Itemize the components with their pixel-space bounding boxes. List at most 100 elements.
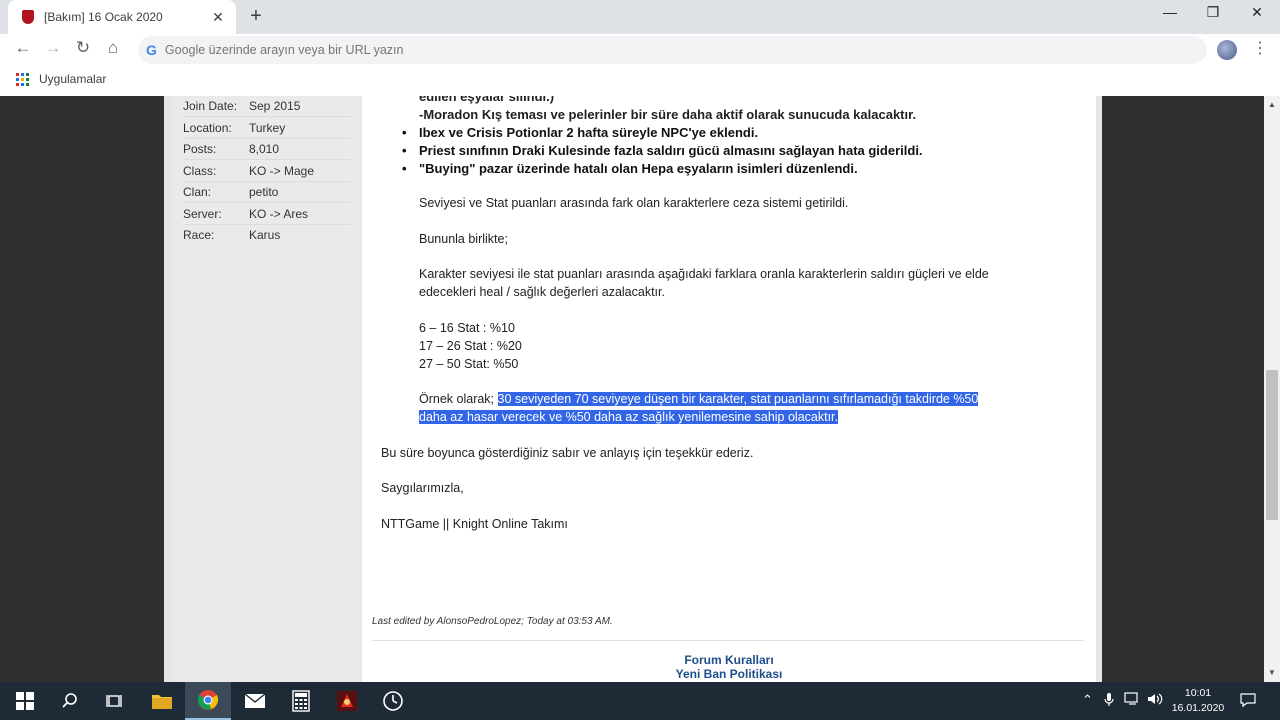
selected-text[interactable]: 30 seviyeden 70 seviyeye düşen bir karak… xyxy=(497,392,979,406)
forward-arrow-icon[interactable]: → xyxy=(42,38,64,58)
close-window-button[interactable]: ✕ xyxy=(1237,4,1277,21)
tab-close-icon[interactable]: ✕ xyxy=(210,9,226,26)
tray-chevron-icon[interactable]: ⌃ xyxy=(1082,692,1093,708)
tab-title: [Bakım] 16 Ocak 2020 xyxy=(44,10,163,24)
scroll-thumb[interactable] xyxy=(1266,370,1278,520)
network-icon[interactable] xyxy=(1124,692,1140,709)
address-bar[interactable]: G xyxy=(138,36,1207,64)
regards-text: Saygılarımızla, xyxy=(381,481,464,495)
user-info-pane: Join Date: Sep 2015 Location: Turkey Posts… xyxy=(173,96,361,682)
user-info-row: Join Date: Sep 2015 xyxy=(183,99,300,113)
example-line: daha az hasar verecek ve %50 daha az sağ… xyxy=(419,410,838,424)
scroll-up-icon[interactable]: ▲ xyxy=(1264,100,1280,109)
clock-app-icon xyxy=(383,691,403,711)
scroll-down-icon[interactable]: ▼ xyxy=(1264,668,1280,677)
reload-icon[interactable]: ↻ xyxy=(72,38,94,58)
divider xyxy=(183,159,351,160)
start-button[interactable] xyxy=(2,682,48,720)
bookmark-apps[interactable]: Uygulamalar xyxy=(39,72,106,86)
bullet-item: "Buying" pazar üzerinde hatalı olan Hepa… xyxy=(402,161,858,176)
site-favicon-icon xyxy=(22,10,34,24)
minimize-button[interactable]: — xyxy=(1150,4,1190,20)
microphone-icon[interactable] xyxy=(1103,692,1115,711)
info-value: Karus xyxy=(249,228,281,242)
bullet-item: Priest sınıfının Draki Kulesinde fazla s… xyxy=(402,143,923,158)
stat-line: 27 – 50 Stat: %50 xyxy=(419,357,519,371)
info-value: Sep 2015 xyxy=(249,99,301,113)
calculator-icon xyxy=(292,690,310,712)
app-button[interactable] xyxy=(370,682,416,720)
info-key: Race: xyxy=(183,228,215,242)
file-explorer-button[interactable] xyxy=(139,682,185,720)
windows-taskbar: ⌃ 10:01 16.01.2020 xyxy=(0,682,1280,720)
post-content: edilen eşyalar silindi.) -Moradon Kış te… xyxy=(362,96,1096,682)
post-paragraph: edecekleri heal / sağlık değerleri azala… xyxy=(419,285,665,299)
notifications-icon[interactable] xyxy=(1240,692,1256,711)
user-info-row: Location: Turkey xyxy=(183,121,285,135)
profile-avatar[interactable] xyxy=(1217,40,1237,60)
clock-date: 16.01.2020 xyxy=(1171,702,1225,714)
browser-tab[interactable]: [Bakım] 16 Ocak 2020 ✕ xyxy=(8,0,236,34)
restore-button[interactable]: ❐ xyxy=(1193,4,1233,21)
user-info-row: Server: KO -> Ares xyxy=(183,207,308,221)
user-info-row: Clan: petito xyxy=(183,185,278,199)
search-button[interactable] xyxy=(47,682,93,720)
user-info-row: Posts: 8,010 xyxy=(183,142,279,156)
folder-icon xyxy=(152,695,172,709)
apps-grid-icon[interactable] xyxy=(16,72,29,86)
new-tab-button[interactable]: + xyxy=(246,5,266,28)
post-paragraph: Karakter seviyesi ile stat puanları aras… xyxy=(419,267,989,281)
info-value: Turkey xyxy=(249,121,286,135)
search-icon xyxy=(62,693,77,708)
thanks-text: Bu süre boyunca gösterdiğiniz sabır ve a… xyxy=(381,446,754,460)
divider xyxy=(183,202,351,203)
home-icon[interactable]: ⌂ xyxy=(102,38,124,58)
mail-button[interactable] xyxy=(232,682,278,720)
page-viewport: Join Date: Sep 2015 Location: Turkey Posts… xyxy=(0,96,1264,682)
signature-text: NTTGame || Knight Online Takımı xyxy=(381,517,568,531)
post-text-line: -Moradon Kış teması ve pelerinler bir sü… xyxy=(419,107,917,122)
info-key: Posts: xyxy=(183,142,217,156)
clock-time: 10:01 xyxy=(1184,687,1212,699)
selected-text[interactable]: daha az hasar verecek ve %50 daha az sağ… xyxy=(419,410,838,424)
stat-line: 17 – 26 Stat : %20 xyxy=(419,339,522,353)
windows-logo-icon xyxy=(16,692,34,710)
user-info-row: Class: KO -> Mage xyxy=(183,164,314,178)
info-key: Location: xyxy=(183,121,232,135)
stat-line: 6 – 16 Stat : %10 xyxy=(419,321,515,335)
game-launcher-icon xyxy=(337,691,357,711)
menu-kebab-icon[interactable]: ⋮ xyxy=(1252,38,1268,58)
info-value: KO -> Mage xyxy=(249,164,315,178)
last-edited-note: Last edited by AlonsoPedroLopez; Today a… xyxy=(372,616,613,627)
bookmarks-bar: Uygulamalar xyxy=(0,66,1280,92)
forum-rules-link[interactable]: Forum Kuralları xyxy=(362,653,1096,667)
divider xyxy=(183,116,351,117)
info-key: Clan: xyxy=(183,185,212,199)
page-scrollbar[interactable]: ▲ ▼ xyxy=(1264,96,1280,682)
volume-icon[interactable] xyxy=(1147,692,1163,709)
post-paragraph: Bununla birlikte; xyxy=(419,232,508,246)
omnibox-input[interactable] xyxy=(164,43,1065,57)
ban-policy-link[interactable]: Yeni Ban Politikası xyxy=(362,667,1096,681)
back-arrow-icon[interactable]: ← xyxy=(12,38,34,58)
divider xyxy=(183,224,351,225)
post-paragraph: Seviyesi ve Stat puanları arasında fark … xyxy=(419,196,849,210)
info-key: Join Date: xyxy=(183,99,238,113)
chrome-taskbar-button[interactable] xyxy=(185,682,231,720)
game-launcher-button[interactable] xyxy=(324,682,370,720)
system-clock[interactable]: 10:01 16.01.2020 xyxy=(1168,686,1228,716)
task-view-icon xyxy=(106,695,122,707)
tab-strip: [Bakım] 16 Ocak 2020 ✕ + — ❐ ✕ xyxy=(0,0,1280,34)
user-info-row: Race: Karus xyxy=(183,228,280,242)
divider xyxy=(183,138,351,139)
info-value: 8,010 xyxy=(249,142,280,156)
example-line: Örnek olarak; 30 seviyeden 70 seviyeye d… xyxy=(419,392,979,406)
info-value: petito xyxy=(249,185,279,199)
task-view-button[interactable] xyxy=(92,682,138,720)
example-prefix: Örnek olarak; xyxy=(419,392,498,406)
browser-toolbar: ← → ↻ ⌂ G xyxy=(0,34,1280,64)
bullet-item: Ibex ve Crisis Potionlar 2 hafta süreyle… xyxy=(402,125,758,140)
calculator-button[interactable] xyxy=(278,682,324,720)
forum-page: Join Date: Sep 2015 Location: Turkey Posts… xyxy=(164,96,1102,682)
post-text-line: edilen eşyalar silindi.) xyxy=(419,96,555,104)
